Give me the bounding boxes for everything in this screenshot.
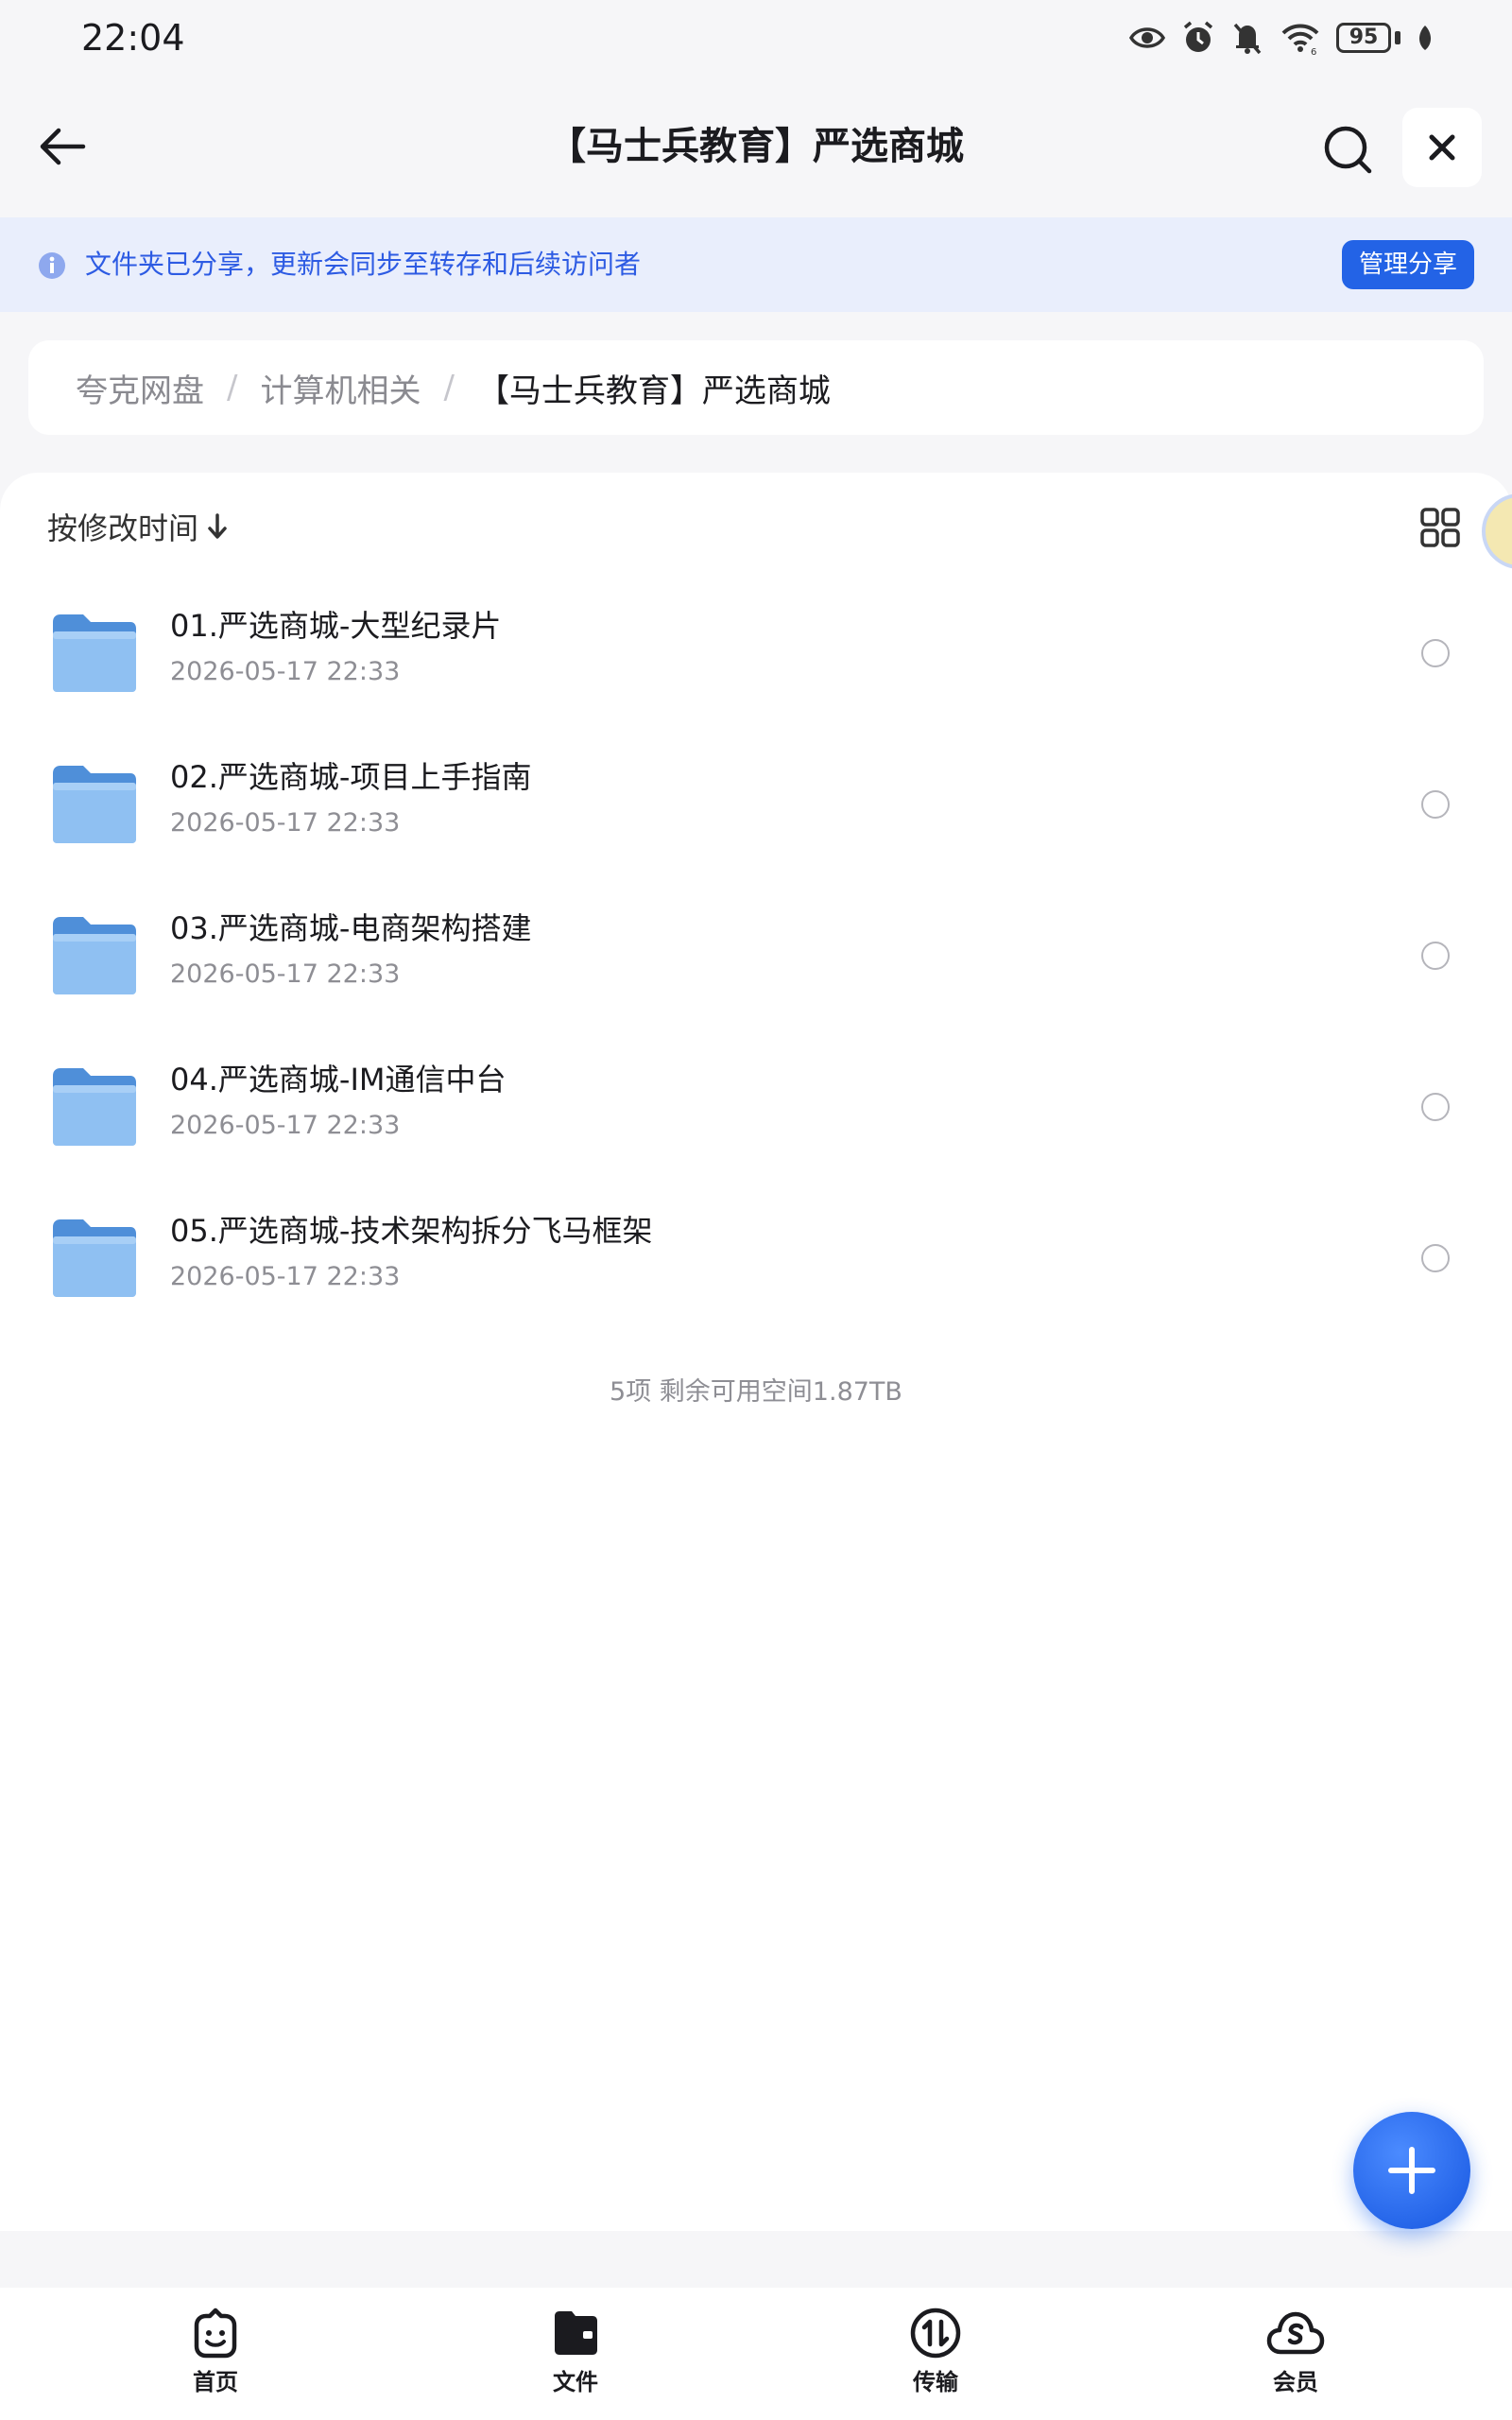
add-button[interactable] <box>1353 2112 1470 2229</box>
breadcrumb-item-current: 【马士兵教育】严选商城 <box>476 372 831 410</box>
file-row[interactable]: 05.严选商城-技术架构拆分飞马框架 2026-05-17 22:33 <box>0 1182 1512 1333</box>
file-date: 2026-05-17 22:33 <box>170 657 401 686</box>
transfer-icon <box>910 2308 961 2359</box>
bottom-navigation: 首页 文件 传输 会员 <box>0 2288 1512 2420</box>
close-button[interactable] <box>1402 108 1482 187</box>
top-app-bar: 【马士兵教育】严选商城 <box>0 76 1512 217</box>
search-button[interactable] <box>1317 119 1378 180</box>
breadcrumb-separator: / <box>443 369 455 406</box>
file-row[interactable]: 03.严选商城-电商架构搭建 2026-05-17 22:33 <box>0 879 1512 1030</box>
nav-item-transfer[interactable]: 传输 <box>879 2305 992 2396</box>
alarm-icon <box>1183 21 1213 52</box>
arrow-left-icon <box>40 128 86 165</box>
file-date: 2026-05-17 22:33 <box>170 1262 401 1291</box>
leaf-icon <box>1419 26 1431 50</box>
battery-icon: 95 <box>1336 23 1400 53</box>
select-checkbox[interactable] <box>1421 942 1450 970</box>
share-banner-text: 文件夹已分享，更新会同步至转存和后续访问者 <box>85 249 642 280</box>
app-screen: 22:04 6 95 【马士兵教育】严选商城 文件夹已分享，更新会同步至转存和后… <box>0 0 1512 2420</box>
grid-view-icon[interactable] <box>1418 505 1463 550</box>
search-icon <box>1324 126 1372 174</box>
status-icons: 6 95 <box>1128 19 1435 57</box>
folder-icon <box>53 766 136 843</box>
svg-text:6: 6 <box>1311 47 1316 57</box>
file-date: 2026-05-17 22:33 <box>170 1111 401 1140</box>
breadcrumb: 夸克网盘 / 计算机相关 / 【马士兵教育】严选商城 <box>28 340 1484 435</box>
breadcrumb-item-root[interactable]: 夸克网盘 <box>76 365 204 411</box>
nav-item-home[interactable]: 首页 <box>159 2305 272 2396</box>
home-face-icon <box>194 2308 237 2359</box>
mute-icon <box>1233 23 1262 55</box>
manage-share-button[interactable]: 管理分享 <box>1342 240 1474 289</box>
nav-label-files: 文件 <box>553 2369 598 2395</box>
status-time: 22:04 <box>81 17 185 59</box>
file-date: 2026-05-17 22:33 <box>170 959 401 989</box>
file-row[interactable]: 04.严选商城-IM通信中台 2026-05-17 22:33 <box>0 1030 1512 1182</box>
battery-level: 95 <box>1336 23 1391 53</box>
file-list-panel: 按修改时间 01.严选商城-大型纪录片 2026-05-17 22:33 02.… <box>0 473 1512 2231</box>
storage-summary: 5项 剩余可用空间1.87TB <box>610 1377 902 1407</box>
sort-button[interactable]: 按修改时间 <box>47 505 229 548</box>
file-name: 04.严选商城-IM通信中台 <box>170 1062 507 1098</box>
wifi-icon: 6 <box>1281 24 1319 57</box>
file-date: 2026-05-17 22:33 <box>170 808 401 838</box>
page-title: 【马士兵教育】严选商城 <box>548 125 964 168</box>
file-list: 01.严选商城-大型纪录片 2026-05-17 22:33 02.严选商城-项… <box>0 577 1512 1333</box>
select-checkbox[interactable] <box>1421 1244 1450 1272</box>
breadcrumb-item-computer[interactable]: 计算机相关 <box>260 365 421 411</box>
file-name: 01.严选商城-大型纪录片 <box>170 608 502 644</box>
nav-label-member: 会员 <box>1273 2369 1318 2395</box>
member-cloud-icon <box>1266 2311 1325 2355</box>
info-icon <box>39 252 65 279</box>
file-row[interactable]: 01.严选商城-大型纪录片 2026-05-17 22:33 <box>0 577 1512 728</box>
breadcrumb-separator: / <box>227 369 238 406</box>
sort-label: 按修改时间 <box>47 510 199 546</box>
select-checkbox[interactable] <box>1421 639 1450 667</box>
arrow-down-icon <box>208 513 227 539</box>
folder-icon <box>53 614 136 692</box>
select-checkbox[interactable] <box>1421 790 1450 819</box>
folder-icon <box>53 1219 136 1297</box>
file-name: 05.严选商城-技术架构拆分飞马框架 <box>170 1213 653 1249</box>
eye-icon <box>1128 27 1166 48</box>
file-name: 03.严选商城-电商架构搭建 <box>170 910 532 946</box>
folder-icon <box>53 1068 136 1146</box>
floating-assistant-bubble[interactable] <box>1482 493 1512 569</box>
select-checkbox[interactable] <box>1421 1093 1450 1121</box>
folder-icon <box>53 917 136 994</box>
file-row[interactable]: 02.严选商城-项目上手指南 2026-05-17 22:33 <box>0 728 1512 879</box>
status-bar: 22:04 6 95 <box>0 0 1512 76</box>
plus-icon <box>1388 2147 1435 2194</box>
nav-label-transfer: 传输 <box>913 2369 958 2395</box>
close-icon <box>1429 134 1455 161</box>
file-name: 02.严选商城-项目上手指南 <box>170 759 532 795</box>
share-banner: 文件夹已分享，更新会同步至转存和后续访问者 管理分享 <box>0 217 1512 312</box>
back-button[interactable] <box>34 118 91 175</box>
folder-icon <box>555 2311 597 2355</box>
nav-item-member[interactable]: 会员 <box>1239 2305 1352 2396</box>
nav-label-home: 首页 <box>193 2369 238 2395</box>
nav-item-files[interactable]: 文件 <box>519 2305 632 2396</box>
